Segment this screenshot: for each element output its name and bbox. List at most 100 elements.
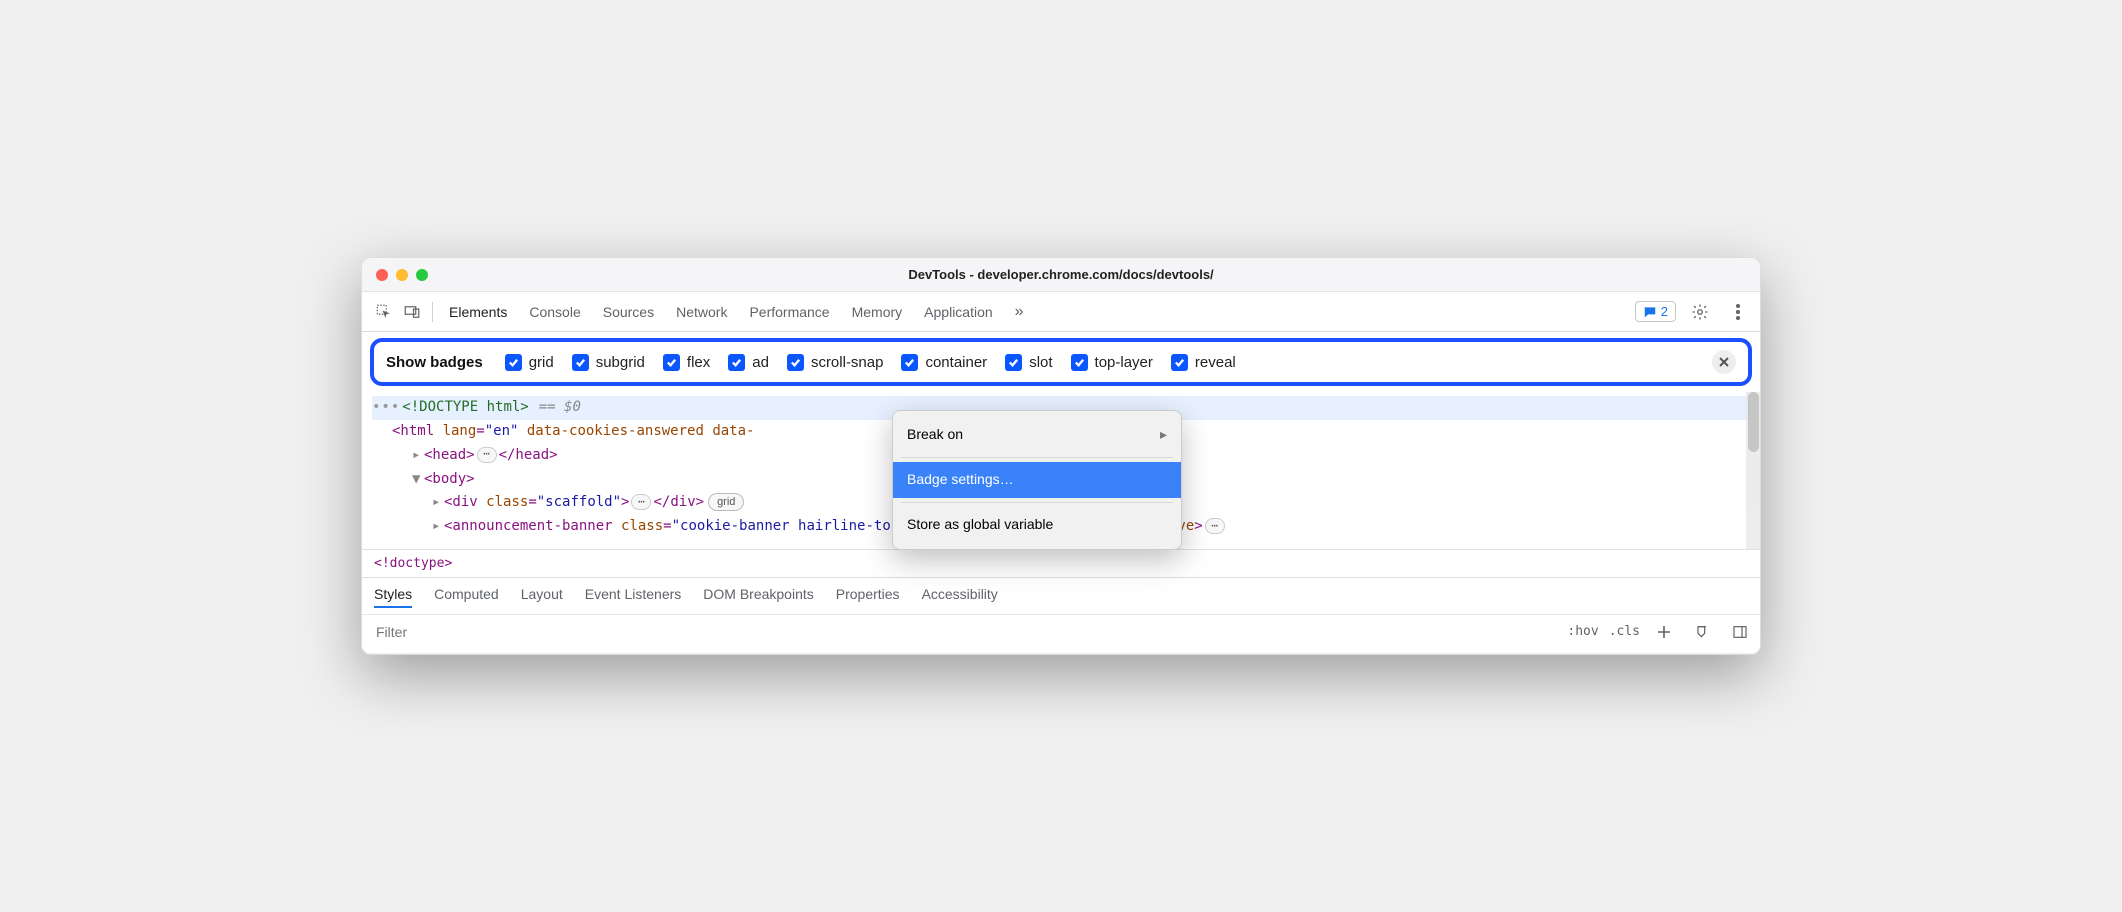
attr-value: "en" — [485, 423, 519, 439]
badge-label-text: grid — [529, 354, 554, 371]
equals: = — [663, 518, 671, 534]
badge-label-text: flex — [687, 354, 710, 371]
tag-text: </div> — [653, 494, 704, 510]
sub-tab-properties[interactable]: Properties — [836, 586, 900, 608]
inspect-element-icon[interactable] — [370, 298, 398, 326]
maximize-window-button[interactable] — [416, 269, 428, 281]
checkbox-icon — [663, 354, 680, 371]
tag-text: <head> — [424, 447, 475, 463]
badge-checkbox-scroll-snap[interactable]: scroll-snap — [787, 354, 884, 371]
selected-node-indicator: == $0 — [539, 396, 581, 420]
ellipsis-icon[interactable]: ⋯ — [1205, 518, 1225, 534]
tab-sources[interactable]: Sources — [603, 304, 654, 320]
new-style-rule-icon[interactable] — [1650, 619, 1678, 645]
badge-checkbox-container[interactable]: container — [901, 354, 987, 371]
tab-network[interactable]: Network — [676, 304, 727, 320]
context-menu-badge-settings[interactable]: Badge settings… — [893, 462, 1181, 498]
tag-text: <body> — [424, 471, 475, 487]
dom-breadcrumb[interactable]: <!doctype> — [362, 549, 1760, 577]
toolbar-right: 2 — [1635, 298, 1752, 326]
tag-text: <div — [444, 494, 486, 510]
checkbox-icon — [901, 354, 918, 371]
close-window-button[interactable] — [376, 269, 388, 281]
computed-sidebar-icon[interactable] — [1726, 619, 1754, 645]
hov-button[interactable]: :hov — [1567, 624, 1598, 639]
tab-elements[interactable]: Elements — [449, 304, 507, 320]
tag-text: <announcement-banner — [444, 518, 621, 534]
window-title: DevTools - developer.chrome.com/docs/dev… — [362, 267, 1760, 282]
tab-performance[interactable]: Performance — [749, 304, 829, 320]
context-menu-break-on[interactable]: Break on ▸ — [893, 417, 1181, 453]
tab-console[interactable]: Console — [529, 304, 580, 320]
ellipsis-icon[interactable]: ⋯ — [477, 447, 497, 463]
grid-badge[interactable]: grid — [708, 493, 744, 511]
traffic-lights — [362, 269, 428, 281]
cls-button[interactable]: .cls — [1609, 624, 1640, 639]
color-format-icon[interactable] — [1688, 619, 1716, 645]
styles-panel-tabs: Styles Computed Layout Event Listeners D… — [362, 577, 1760, 615]
dom-tree[interactable]: ••• <!DOCTYPE html> == $0 <html lang="en… — [362, 392, 1760, 549]
checkbox-icon — [572, 354, 589, 371]
attr-value: "scaffold" — [537, 494, 621, 510]
tag-text: </head> — [499, 447, 558, 463]
tab-application[interactable]: Application — [924, 304, 993, 320]
badge-checkbox-top-layer[interactable]: top-layer — [1071, 354, 1153, 371]
device-toolbar-icon[interactable] — [398, 298, 426, 326]
styles-filter-input[interactable] — [372, 619, 1559, 645]
tabs-overflow-icon[interactable]: » — [1015, 303, 1024, 321]
menu-item-label: Badge settings… — [907, 468, 1014, 492]
badge-label-text: subgrid — [596, 354, 645, 371]
messages-button[interactable]: 2 — [1635, 301, 1676, 322]
badge-bar-label: Show badges — [386, 354, 483, 371]
breadcrumb-item[interactable]: <!doctype> — [374, 556, 452, 571]
checkbox-icon — [505, 354, 522, 371]
sub-tab-computed[interactable]: Computed — [434, 586, 499, 608]
badge-checkbox-subgrid[interactable]: subgrid — [572, 354, 645, 371]
tab-memory[interactable]: Memory — [852, 304, 903, 320]
badge-label-text: container — [925, 354, 987, 371]
collapse-triangle-icon[interactable]: ▼ — [412, 468, 422, 492]
badge-checkbox-slot[interactable]: slot — [1005, 354, 1052, 371]
scrollbar-thumb[interactable] — [1748, 392, 1759, 452]
expand-triangle-icon[interactable]: ▸ — [432, 491, 442, 515]
message-icon — [1643, 305, 1657, 319]
scrollbar-track[interactable] — [1746, 392, 1760, 549]
checkbox-icon — [1005, 354, 1022, 371]
context-menu: Break on ▸ Badge settings… Store as glob… — [892, 410, 1182, 549]
attr-name: class — [486, 494, 528, 510]
tag-text: <html — [392, 423, 443, 439]
badge-label-text: ad — [752, 354, 769, 371]
sub-tab-styles[interactable]: Styles — [374, 586, 412, 608]
ellipsis-icon[interactable]: ⋯ — [631, 494, 651, 510]
context-menu-store-global[interactable]: Store as global variable — [893, 507, 1181, 543]
expand-triangle-icon[interactable]: ▸ — [412, 444, 422, 468]
chevron-right-icon: ▸ — [1160, 423, 1167, 447]
close-badge-bar-button[interactable] — [1712, 350, 1736, 374]
close-icon — [1718, 356, 1730, 368]
attr-extra: data-cookies-answered data- — [518, 423, 754, 439]
titlebar: DevTools - developer.chrome.com/docs/dev… — [362, 258, 1760, 292]
settings-icon[interactable] — [1686, 298, 1714, 326]
badge-checkbox-grid[interactable]: grid — [505, 354, 554, 371]
checkbox-icon — [1171, 354, 1188, 371]
badge-label-text: reveal — [1195, 354, 1236, 371]
tag-close: > — [1194, 518, 1202, 534]
more-options-icon[interactable] — [1724, 298, 1752, 326]
attr-name: lang — [443, 423, 477, 439]
equals: = — [528, 494, 536, 510]
sub-tab-event-listeners[interactable]: Event Listeners — [585, 586, 682, 608]
badge-checkbox-flex[interactable]: flex — [663, 354, 710, 371]
badge-checkbox-ad[interactable]: ad — [728, 354, 769, 371]
badge-settings-bar: Show badges grid subgrid flex ad scroll-… — [370, 338, 1752, 386]
sub-tab-layout[interactable]: Layout — [521, 586, 563, 608]
main-toolbar: Elements Console Sources Network Perform… — [362, 292, 1760, 332]
tag-close: > — [621, 494, 629, 510]
expand-triangle-icon[interactable]: ▸ — [432, 515, 442, 539]
sub-tab-accessibility[interactable]: Accessibility — [922, 586, 998, 608]
badge-label-text: slot — [1029, 354, 1052, 371]
menu-separator — [901, 502, 1173, 503]
minimize-window-button[interactable] — [396, 269, 408, 281]
badge-checkbox-reveal[interactable]: reveal — [1171, 354, 1236, 371]
styles-filter-row: :hov .cls — [362, 615, 1760, 654]
sub-tab-dom-breakpoints[interactable]: DOM Breakpoints — [703, 586, 813, 608]
